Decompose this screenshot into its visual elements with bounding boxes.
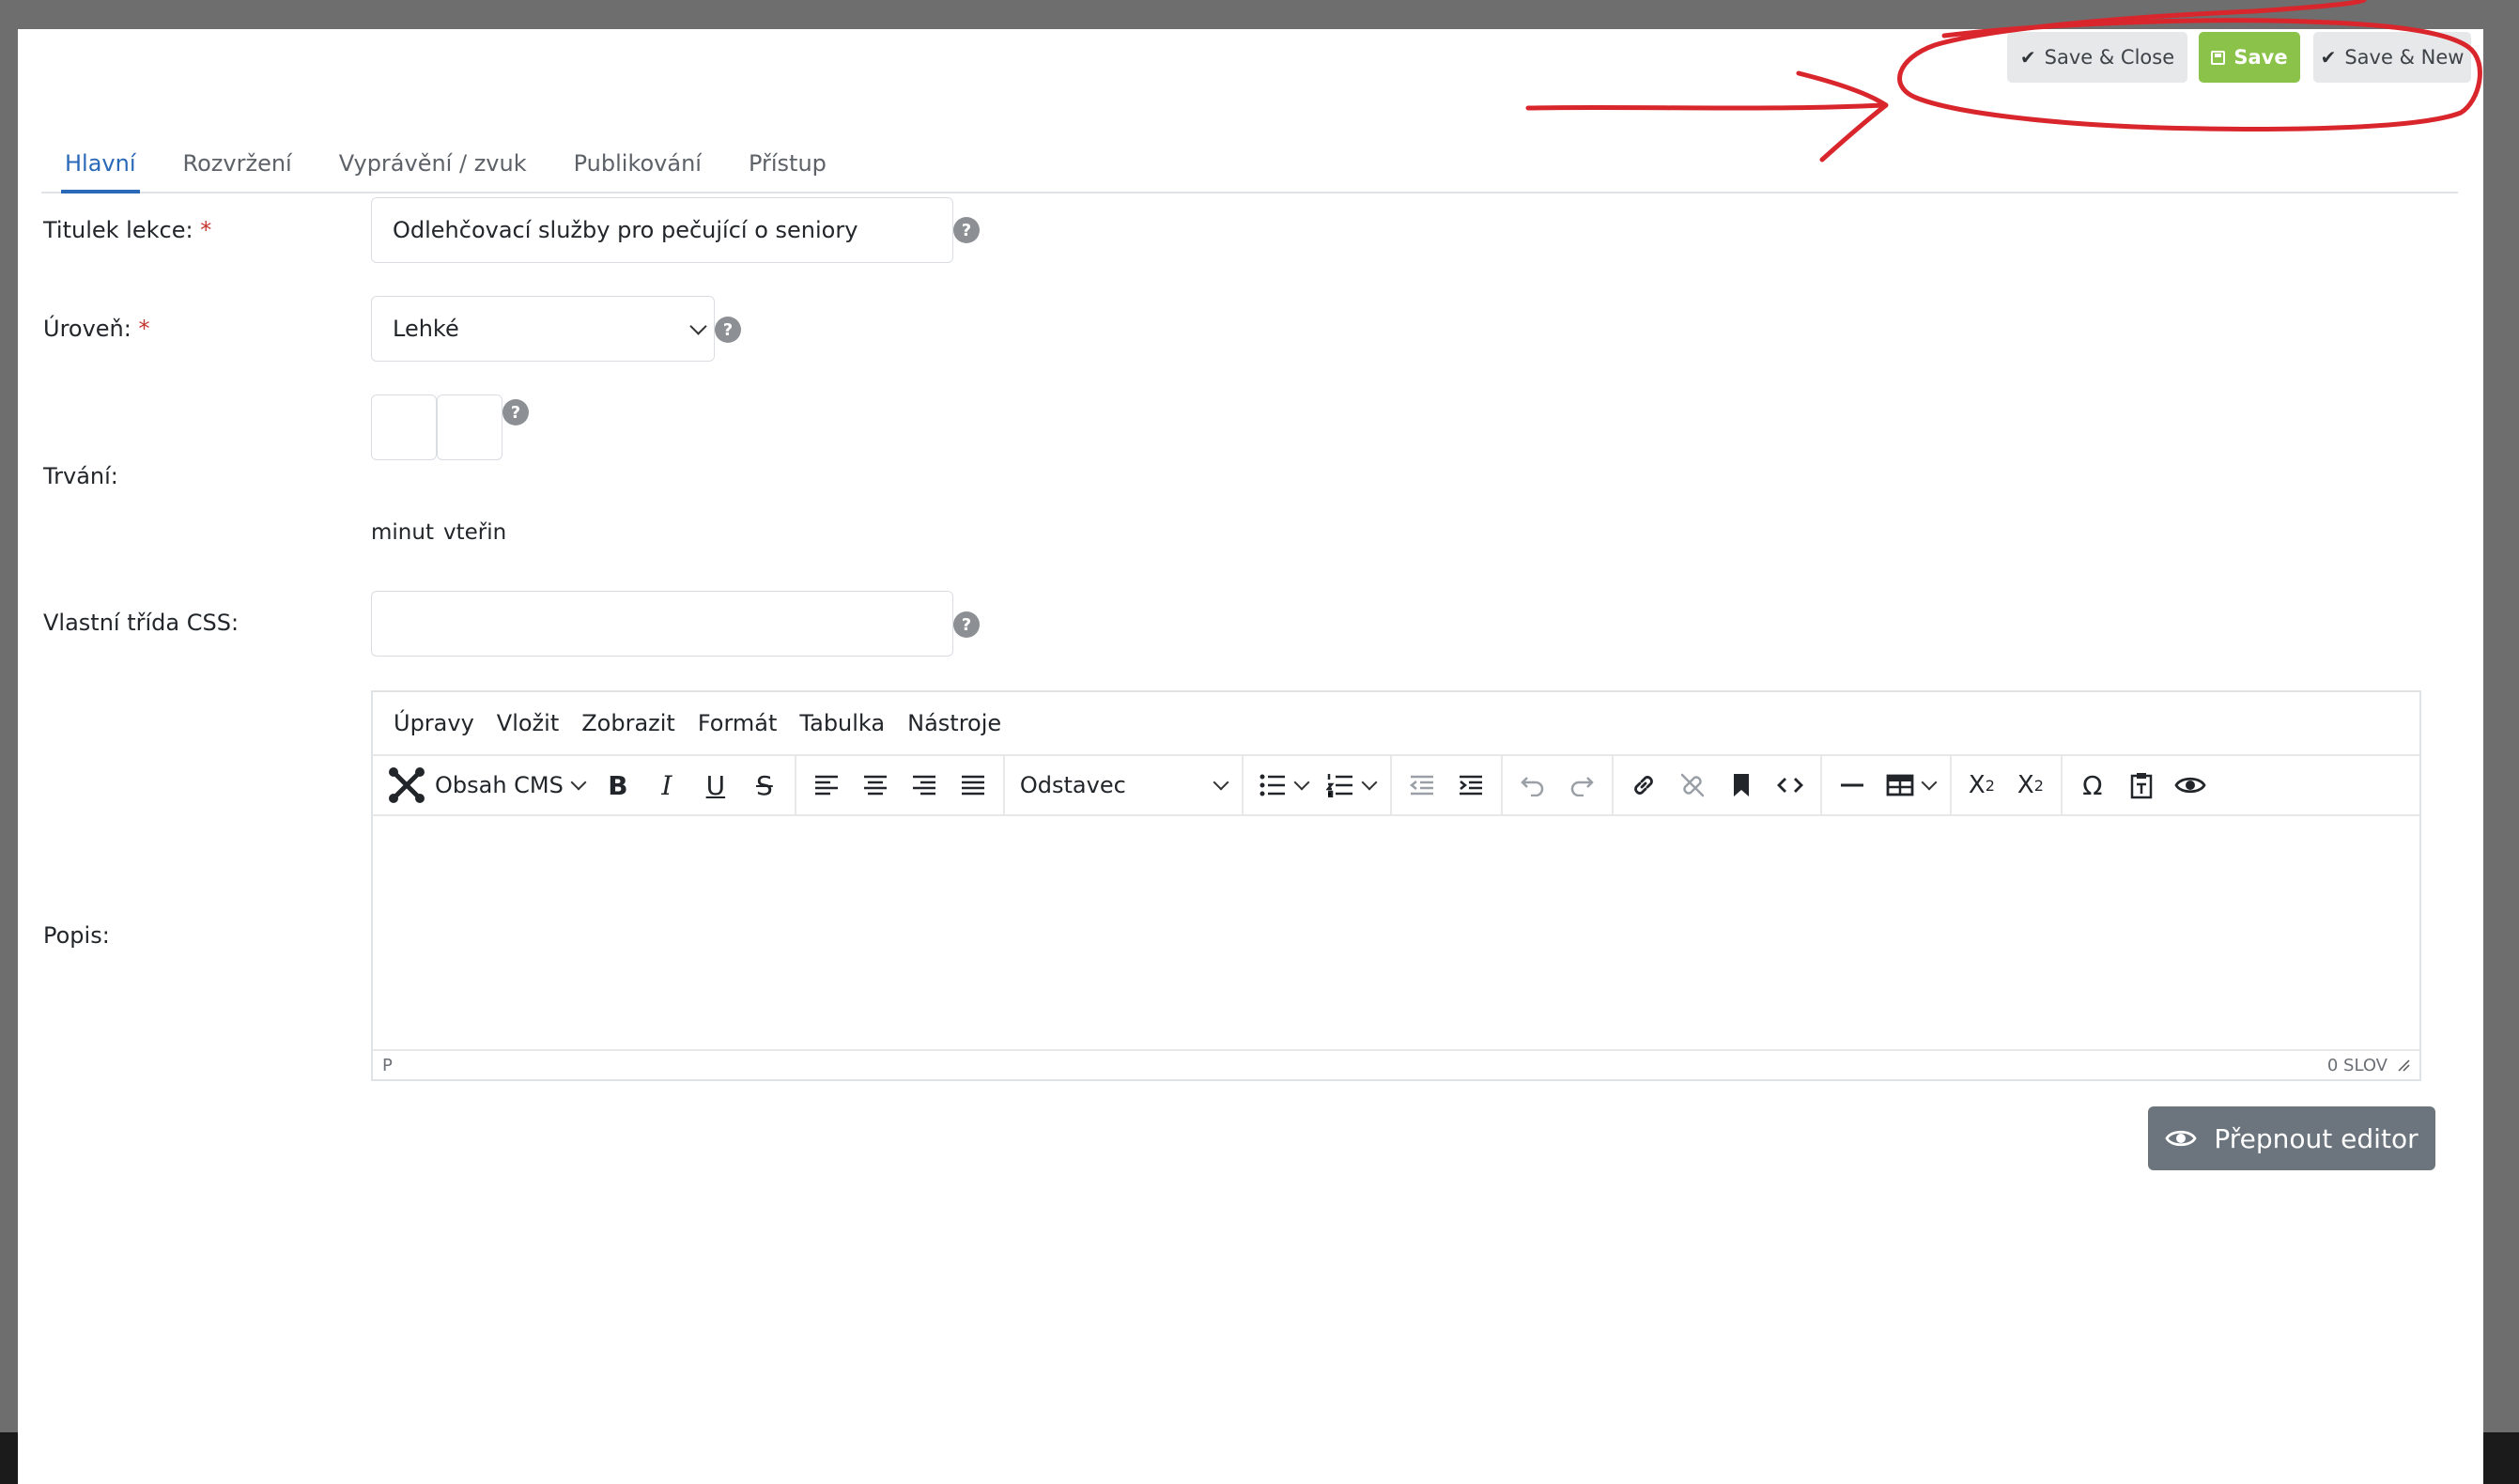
align-justify-icon[interactable] [949, 763, 997, 808]
chevron-down-icon [689, 317, 707, 335]
menu-edit[interactable]: Úpravy [382, 710, 486, 736]
cms-content-dropdown[interactable]: Obsah CMS [379, 763, 594, 808]
tab-publishing[interactable]: Publikování [550, 150, 725, 192]
table-icon [1886, 774, 1914, 796]
css-class-label: Vlastní třída CSS: [43, 610, 240, 636]
table-dropdown[interactable] [1877, 763, 1944, 808]
preview-icon[interactable] [2166, 763, 2215, 808]
title-label: Titulek lekce: * [43, 217, 212, 243]
tab-layout[interactable]: Rozvržení [160, 150, 316, 192]
list-group [1244, 756, 1392, 814]
misc-group: Ω [2063, 756, 2220, 814]
script-group: X2 X2 [1952, 756, 2063, 814]
level-select[interactable]: Lehké [371, 296, 715, 362]
duration-seconds-input[interactable] [437, 394, 502, 460]
source-code-icon[interactable] [1766, 763, 1815, 808]
editor-content-area[interactable] [373, 816, 2419, 1017]
editor-toolbar: Obsah CMS B I U S Odstavec X 2 X 2 Ω [373, 754, 2419, 816]
rich-text-editor: Úpravy Vložit Zobrazit Formát Tabulka Ná… [371, 690, 2421, 1081]
help-icon[interactable]: ? [953, 611, 980, 638]
description-label: Popis: [43, 922, 110, 949]
chevron-down-icon [570, 774, 587, 791]
tab-access[interactable]: Přístup [725, 150, 850, 192]
strikethrough-icon[interactable]: S [740, 763, 789, 808]
chevron-down-icon [1361, 774, 1378, 791]
help-icon[interactable]: ? [953, 217, 980, 243]
chevron-down-icon [1213, 774, 1229, 791]
word-count: 0 SLOV [2326, 1055, 2388, 1075]
menu-format[interactable]: Formát [687, 710, 789, 736]
link-icon[interactable] [1619, 763, 1668, 808]
duration-units: minut vteřin [371, 520, 516, 545]
duration-minutes-input[interactable] [371, 394, 437, 460]
chevron-down-icon [1921, 774, 1938, 791]
align-right-icon[interactable] [900, 763, 949, 808]
special-character-icon[interactable]: Ω [2068, 763, 2117, 808]
save-new-button[interactable]: ✔ Save & New [2313, 32, 2471, 83]
css-class-input[interactable] [371, 591, 953, 657]
bookmark-icon[interactable] [1717, 763, 1766, 808]
history-group [1503, 756, 1614, 814]
bullet-list-icon [1260, 774, 1285, 796]
eye-icon [2165, 1130, 2197, 1147]
subscript-icon[interactable]: X2 [1957, 763, 2006, 808]
tab-bar: Hlavní Rozvržení Vyprávění / zvuk Publik… [41, 119, 2458, 193]
title-input[interactable]: Odlehčovací služby pro pečující o senior… [371, 197, 953, 263]
resize-handle-icon[interactable] [2397, 1059, 2410, 1072]
check-icon: ✔ [2320, 46, 2337, 69]
underline-icon[interactable]: U [691, 763, 740, 808]
align-center-icon[interactable] [851, 763, 900, 808]
bold-icon[interactable]: B [594, 763, 642, 808]
align-left-icon[interactable] [802, 763, 851, 808]
floppy-disk-icon [2211, 50, 2226, 65]
switch-editor-button[interactable]: Přepnout editor [2148, 1106, 2435, 1170]
insert-group [1614, 756, 1822, 814]
menu-table[interactable]: Tabulka [788, 710, 896, 736]
help-icon[interactable]: ? [502, 399, 529, 425]
save-button[interactable]: Save [2199, 32, 2300, 83]
element-path[interactable]: P [382, 1056, 393, 1075]
align-group [796, 756, 1005, 814]
outdent-icon[interactable] [1398, 763, 1446, 808]
save-close-button[interactable]: ✔ Save & Close [2007, 32, 2187, 83]
joomla-icon [389, 767, 425, 803]
help-icon[interactable]: ? [715, 317, 741, 343]
indent-group [1392, 756, 1503, 814]
redo-icon[interactable] [1557, 763, 1606, 808]
minutes-label: minut [371, 520, 434, 545]
undo-icon[interactable] [1508, 763, 1557, 808]
italic-icon[interactable]: I [642, 763, 691, 808]
numbered-list-icon [1325, 774, 1352, 797]
edit-modal: ✔ Save & Close Save ✔ Save & New Hlavní … [18, 29, 2483, 1484]
seconds-label: vteřin [442, 520, 507, 545]
cms-group: Obsah CMS B I U S [373, 756, 796, 814]
superscript-icon[interactable]: X2 [2006, 763, 2055, 808]
level-label: Úroveň: * [43, 316, 150, 342]
hr-table-group [1822, 756, 1952, 814]
numbered-list-button[interactable] [1317, 763, 1384, 808]
block-format-dropdown[interactable]: Odstavec [1011, 763, 1236, 808]
menu-view[interactable]: Zobrazit [570, 710, 687, 736]
check-icon: ✔ [2019, 46, 2036, 69]
required-mark: * [200, 217, 212, 243]
bullet-list-button[interactable] [1249, 763, 1317, 808]
block-format-group: Odstavec [1005, 756, 1244, 814]
required-mark: * [138, 316, 150, 342]
menu-insert[interactable]: Vložit [486, 710, 570, 736]
editor-menubar: Úpravy Vložit Zobrazit Formát Tabulka Ná… [373, 692, 2419, 754]
menu-tools[interactable]: Nástroje [896, 710, 1012, 736]
horizontal-line-icon[interactable] [1828, 763, 1877, 808]
indent-icon[interactable] [1446, 763, 1495, 808]
duration-label: Trvání: [43, 463, 118, 489]
editor-statusbar: P 0 SLOV [373, 1049, 2419, 1079]
paste-text-icon[interactable] [2117, 763, 2166, 808]
chevron-down-icon [1293, 774, 1310, 791]
unlink-icon[interactable] [1668, 763, 1717, 808]
tab-main[interactable]: Hlavní [41, 150, 160, 193]
tab-narration[interactable]: Vyprávění / zvuk [316, 150, 550, 192]
